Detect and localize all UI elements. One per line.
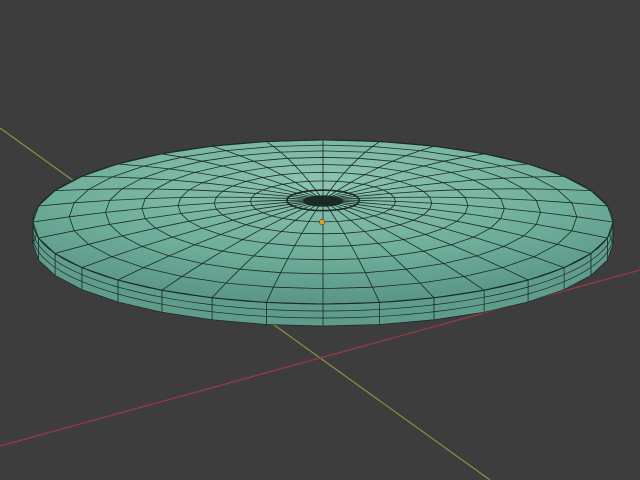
3d-viewport[interactable] xyxy=(0,0,640,480)
rim-face xyxy=(322,302,380,327)
rim-face xyxy=(266,302,324,327)
object-origin-dot[interactable] xyxy=(319,219,325,225)
viewport-scene[interactable] xyxy=(0,0,640,480)
mesh-pole xyxy=(303,195,343,207)
